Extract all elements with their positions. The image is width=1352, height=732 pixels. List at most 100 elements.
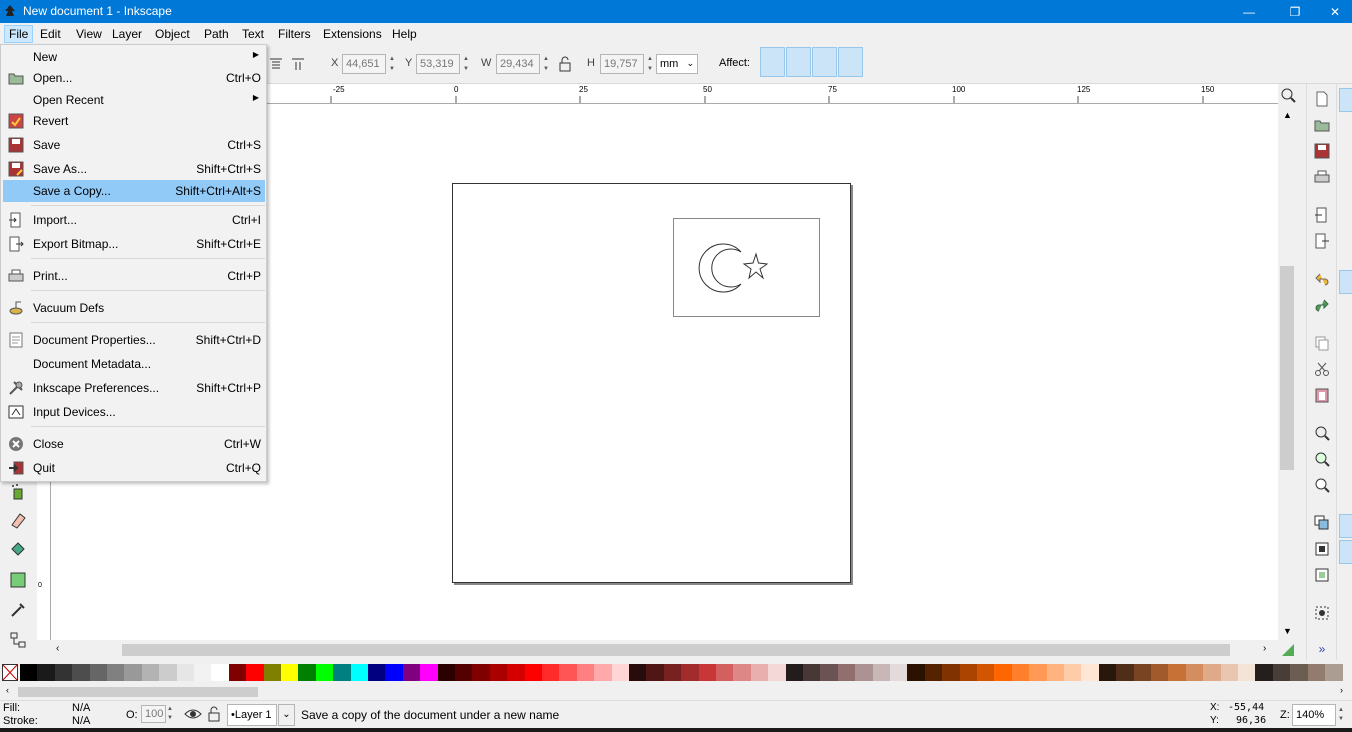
save-icon[interactable] [1313,142,1331,160]
color-swatch[interactable] [350,664,369,681]
color-swatch[interactable] [629,664,647,681]
menu-item-document-properties[interactable]: Document Properties... Shift+Ctrl+D [3,329,265,351]
color-swatch[interactable] [1116,664,1135,681]
menu-text[interactable]: Text [238,25,268,43]
vertical-scrollbar[interactable]: ▲ ▼ [1278,88,1297,640]
color-swatch[interactable] [1203,664,1222,681]
color-swatch[interactable] [333,664,352,681]
menu-item-inkscape-preferences[interactable]: Inkscape Preferences... Shift+Ctrl+P [3,377,265,399]
paint-bucket-tool-icon[interactable] [6,538,30,562]
color-swatch[interactable] [159,664,178,681]
open-icon[interactable] [1313,116,1331,134]
no-paint-swatch-icon[interactable] [2,664,18,681]
color-swatch[interactable] [1272,664,1291,681]
color-swatch[interactable] [1133,664,1152,681]
unlink-clone-icon[interactable] [1313,566,1331,584]
color-swatch[interactable] [681,664,700,681]
color-management-icon[interactable] [1281,643,1295,657]
color-swatch[interactable] [298,664,317,681]
color-swatch[interactable] [228,664,247,681]
affect-scale-stroke-button[interactable] [760,47,785,77]
menu-item-print[interactable]: Print... Ctrl+P [3,265,265,287]
copy-icon[interactable] [1313,334,1331,352]
color-swatch[interactable] [698,664,717,681]
color-swatch[interactable] [124,664,143,681]
color-swatch[interactable] [716,664,734,681]
color-swatch[interactable] [194,664,212,681]
color-swatch[interactable] [890,664,908,681]
zoom-stepper[interactable]: ▲ ▼ [1338,706,1344,724]
menu-extensions[interactable]: Extensions [319,25,386,43]
menu-edit[interactable]: Edit [36,25,65,43]
color-swatch[interactable] [750,664,769,681]
menu-view[interactable]: View [72,25,106,43]
flag-drawing[interactable] [673,218,821,318]
color-swatch[interactable] [1098,664,1117,681]
color-swatch[interactable] [559,664,578,681]
zoom-drawing-icon[interactable] [1313,450,1331,468]
duplicate-icon[interactable] [1313,514,1331,532]
color-swatch[interactable] [1081,664,1100,681]
menu-item-save-as[interactable]: Save As... Shift+Ctrl+S [3,158,265,180]
zoom-field[interactable]: 140% [1292,704,1336,726]
import-icon[interactable] [1313,206,1331,224]
zoom-page-icon[interactable] [1313,476,1331,494]
menu-object[interactable]: Object [151,25,194,43]
zoom-icon[interactable] [1279,86,1297,104]
menu-item-save[interactable]: Save Ctrl+S [3,134,265,156]
gradient-tool-icon[interactable] [6,568,30,592]
color-swatch[interactable] [176,664,195,681]
zoom-selection-icon[interactable] [1313,424,1331,442]
x-field[interactable]: 44,651 [342,54,386,74]
color-swatch[interactable] [646,664,665,681]
h-stepper[interactable]: ▲ ▼ [645,54,655,74]
color-swatch[interactable] [820,664,839,681]
paste-icon[interactable] [1313,386,1331,404]
color-swatch[interactable] [507,664,526,681]
color-swatch[interactable] [402,664,421,681]
color-swatch[interactable] [385,664,404,681]
crescent-shape[interactable] [698,243,742,293]
color-swatch[interactable] [977,664,995,681]
color-swatch[interactable] [924,664,943,681]
color-swatch[interactable] [1168,664,1187,681]
color-swatch[interactable] [89,664,108,681]
vertical-scroll-thumb[interactable] [1280,266,1294,470]
color-swatch[interactable] [368,664,386,681]
snap-guide-button[interactable] [1339,540,1352,564]
menu-item-vacuum-defs[interactable]: Vacuum Defs [3,297,265,319]
menu-file[interactable]: File [4,25,34,43]
menu-item-save-a-copy[interactable]: Save a Copy... Shift+Ctrl+Alt+S [3,180,265,202]
menu-item-import[interactable]: Import... Ctrl+I [3,209,265,231]
color-swatch[interactable] [994,664,1013,681]
color-swatch[interactable] [1220,664,1239,681]
affect-gradients-button[interactable] [812,47,837,77]
scroll-right-icon[interactable]: › [1263,643,1266,654]
color-swatch[interactable] [107,664,125,681]
clone-icon[interactable] [1313,540,1331,558]
menu-item-close[interactable]: Close Ctrl+W [3,433,265,455]
menu-item-export-bitmap[interactable]: Export Bitmap... Shift+Ctrl+E [3,233,265,255]
w-stepper[interactable]: ▲ ▼ [541,54,551,74]
color-swatch[interactable] [733,664,752,681]
color-swatch[interactable] [20,664,38,681]
spray-tool-icon[interactable] [6,480,30,504]
snap-nodes-button[interactable] [1339,270,1352,294]
color-swatch[interactable] [768,664,787,681]
color-swatch[interactable] [489,664,508,681]
scroll-down-icon[interactable]: ▼ [1283,626,1292,636]
color-swatch[interactable] [959,664,978,681]
color-swatch[interactable] [1307,664,1326,681]
menu-item-open[interactable]: Open... Ctrl+O [3,67,265,89]
lock-icon[interactable] [558,56,572,72]
palette-scroll-left-icon[interactable]: ‹ [6,685,9,695]
y-field[interactable]: 53,319 [416,54,460,74]
menu-item-input-devices[interactable]: Input Devices... [3,401,265,423]
layer-select[interactable]: •Layer 1 [227,704,277,726]
color-swatch[interactable] [1011,664,1030,681]
color-swatch[interactable] [594,664,613,681]
color-swatch[interactable] [72,664,91,681]
expand-toolbar-icon[interactable]: » [1313,640,1331,658]
undo-icon[interactable] [1313,270,1331,288]
redo-icon[interactable] [1313,296,1331,314]
